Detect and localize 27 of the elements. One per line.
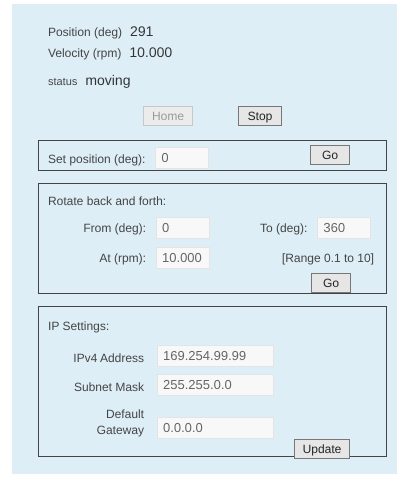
action-button[interactable]: Go xyxy=(310,145,350,165)
field-label: Set position (deg): xyxy=(48,151,146,168)
to-field[interactable]: 360 xyxy=(317,216,372,238)
readout-value: moving xyxy=(85,71,130,90)
readout-label: Position (deg) xyxy=(48,24,122,41)
action-button[interactable]: Stop xyxy=(238,106,282,126)
field-label: At (rpm): xyxy=(98,250,146,267)
readout-label: Velocity (rpm) xyxy=(48,45,122,62)
ip-field[interactable]: 169.254.99.99 xyxy=(157,344,274,366)
readout-value: 291 xyxy=(130,22,154,41)
section-title: IP Settings: xyxy=(48,318,110,335)
field-label: Default Gateway xyxy=(96,406,144,438)
readout-label: status xyxy=(48,75,78,90)
field-label: Subnet Mask xyxy=(72,379,144,395)
action-button[interactable]: Go xyxy=(311,273,351,293)
ip-field[interactable]: 0.0.0.0 xyxy=(157,416,274,438)
field-label: From (deg): xyxy=(82,220,146,237)
rpm-field[interactable]: 10.000 xyxy=(156,246,210,268)
readout-value: 10.000 xyxy=(129,43,172,62)
field-label: To (deg): xyxy=(260,220,308,237)
section-title: Rotate back and forth: xyxy=(48,193,168,210)
from-field[interactable]: 0 xyxy=(156,216,210,238)
range-note: [Range 0.1 to 10] xyxy=(282,250,374,267)
position-field[interactable]: 0 xyxy=(155,146,210,168)
ip-field[interactable]: 255.255.0.0 xyxy=(157,374,274,396)
action-button[interactable]: Update xyxy=(294,439,350,459)
field-label: IPv4 Address xyxy=(72,350,144,366)
